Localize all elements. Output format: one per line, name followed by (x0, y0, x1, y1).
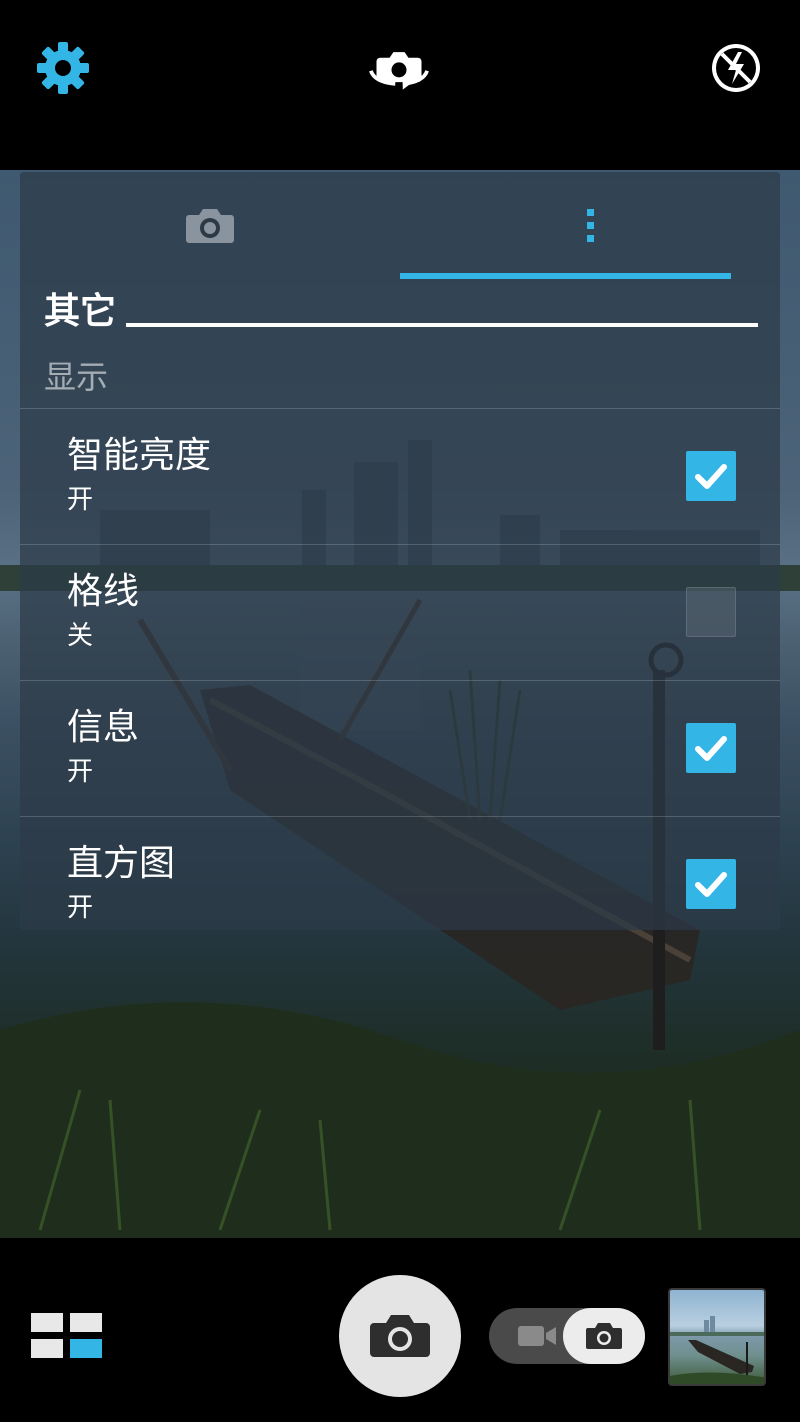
setting-title: 智能亮度 (67, 435, 212, 476)
setting-checkbox[interactable] (686, 587, 736, 637)
check-icon (695, 872, 727, 897)
camera-icon (370, 1315, 430, 1357)
selected-tab-indicator (400, 273, 731, 279)
more-vertical-icon (587, 208, 594, 242)
toggle-photo-mode[interactable] (563, 1308, 645, 1364)
check-icon (695, 464, 727, 489)
shutter-button[interactable] (339, 1275, 461, 1397)
photo-video-toggle[interactable] (489, 1308, 645, 1364)
grid-cell (70, 1313, 102, 1332)
camera-settings-panel: 其它 显示 智能亮度 开 格线 关 信息 开 直方图 开 (20, 172, 780, 930)
camera-icon (586, 1323, 622, 1349)
setting-row-info[interactable]: 信息 开 (20, 680, 780, 816)
setting-row-grid-lines[interactable]: 格线 关 (20, 544, 780, 680)
setting-value: 开 (67, 893, 94, 923)
setting-value: 开 (67, 757, 94, 787)
settings-gear-icon[interactable] (33, 38, 93, 98)
setting-row-histogram[interactable]: 直方图 开 (20, 816, 780, 930)
top-bar (0, 0, 800, 170)
section-title: 其它 (44, 291, 117, 332)
setting-checkbox[interactable] (686, 859, 736, 909)
video-camera-icon[interactable] (515, 1320, 559, 1352)
bottom-bar (0, 1238, 800, 1422)
setting-title: 信息 (67, 707, 140, 748)
setting-checkbox[interactable] (686, 723, 736, 773)
setting-checkbox[interactable] (686, 451, 736, 501)
tab-camera-settings[interactable] (20, 172, 400, 277)
settings-tabs (20, 172, 780, 279)
flash-off-icon[interactable] (706, 38, 766, 98)
last-photo-thumbnail[interactable] (668, 1288, 766, 1386)
mode-grid-icon[interactable] (31, 1313, 103, 1361)
grid-cell-active (70, 1339, 102, 1358)
camera-icon (186, 208, 234, 243)
setting-value: 开 (67, 485, 94, 515)
check-icon (695, 736, 727, 761)
section-divider (126, 323, 758, 327)
grid-cell (31, 1313, 63, 1332)
setting-title: 直方图 (67, 843, 176, 884)
tab-more-settings[interactable] (400, 172, 780, 277)
setting-title: 格线 (67, 571, 140, 612)
category-subheader: 显示 (44, 358, 109, 396)
setting-value: 关 (67, 621, 94, 651)
switch-camera-icon[interactable] (369, 38, 429, 98)
grid-cell (31, 1339, 63, 1358)
setting-row-smart-brightness[interactable]: 智能亮度 开 (20, 408, 780, 544)
